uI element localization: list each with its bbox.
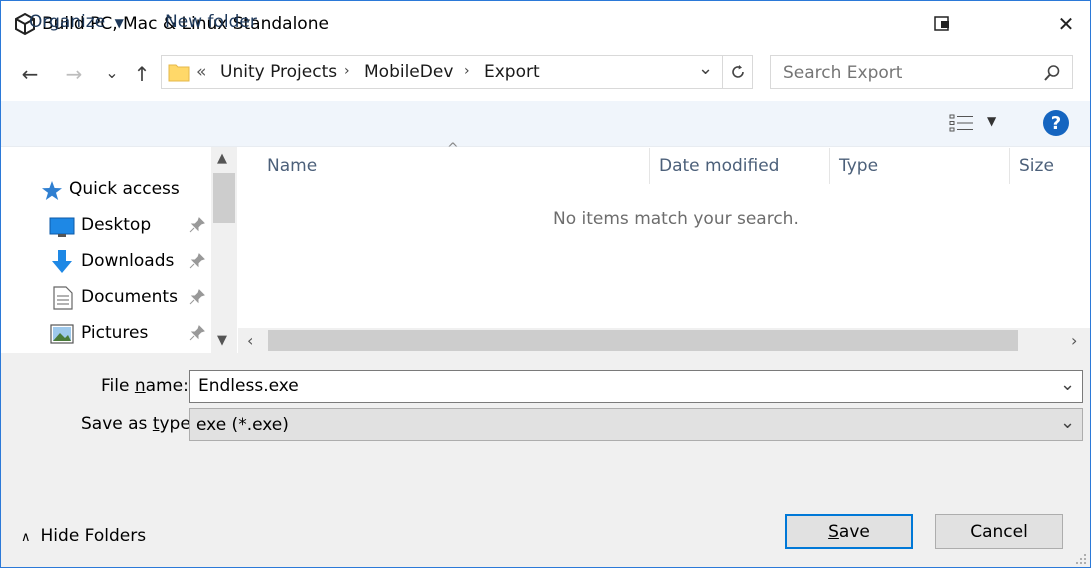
- command-bar: [1, 101, 1090, 147]
- column-divider[interactable]: [1009, 148, 1010, 184]
- close-button[interactable]: ✕: [1049, 9, 1083, 39]
- caret-down-icon: ▼: [987, 114, 997, 128]
- chevron-up-icon: ∧: [21, 530, 31, 545]
- back-arrow-icon: ←: [21, 62, 39, 86]
- breadcrumb-overflow[interactable]: «: [196, 62, 206, 82]
- breadcrumb-unity-projects[interactable]: Unity Projects: [220, 62, 337, 82]
- forward-button[interactable]: →: [59, 61, 89, 87]
- tablet-mode-button[interactable]: [926, 9, 960, 39]
- sort-indicator-icon: ^: [447, 141, 459, 157]
- documents-icon: [53, 286, 73, 310]
- file-name-combobox[interactable]: ⌄: [189, 370, 1083, 403]
- address-bar[interactable]: « Unity Projects › MobileDev › Export ⌄: [161, 55, 753, 89]
- file-name-input[interactable]: [198, 376, 1038, 396]
- scroll-left-icon[interactable]: ‹: [247, 331, 253, 350]
- label-part: File: [101, 376, 135, 396]
- file-list: [238, 147, 1090, 353]
- label-part: ame:: [145, 376, 189, 396]
- help-icon: ?: [1050, 112, 1062, 134]
- sidebar-item-label: Quick access: [69, 179, 180, 199]
- hide-folders-button[interactable]: ∧ Hide Folders: [21, 526, 146, 546]
- download-icon: [52, 250, 72, 273]
- breadcrumb-export[interactable]: Export: [484, 62, 540, 82]
- chevron-down-icon[interactable]: ⌄: [1060, 374, 1075, 395]
- snap-icon: [934, 16, 949, 31]
- star-icon: [42, 181, 62, 200]
- pin-icon[interactable]: [189, 253, 205, 269]
- save-dialog: Build PC, Mac & Linux Standalone ✕ ← → ⌄…: [0, 0, 1091, 568]
- sidebar-item-desktop[interactable]: Desktop: [1, 209, 211, 243]
- close-icon: ✕: [1057, 12, 1075, 36]
- save-accesskey: S: [828, 521, 839, 542]
- empty-list-message: No items match your search.: [553, 209, 799, 229]
- resize-grip-icon[interactable]: [1073, 551, 1087, 565]
- desktop-icon: [49, 217, 75, 237]
- file-name-label: File name:: [101, 376, 189, 396]
- pin-icon[interactable]: [189, 217, 205, 233]
- recent-locations-button[interactable]: ⌄: [97, 59, 127, 85]
- breadcrumb-separator-icon[interactable]: ›: [464, 63, 470, 79]
- sidebar-item-label: Downloads: [81, 251, 175, 271]
- chevron-down-icon: ⌄: [105, 62, 119, 82]
- sidebar-item-documents[interactable]: Documents: [1, 281, 211, 315]
- save-label: ave: [838, 521, 870, 542]
- label-accesskey: n: [134, 376, 146, 396]
- breadcrumb-mobiledev[interactable]: MobileDev: [364, 62, 453, 82]
- sidebar-item-label: Documents: [81, 287, 178, 307]
- back-button[interactable]: ←: [15, 61, 45, 87]
- sidebar-item-quick-access[interactable]: Quick access: [1, 173, 211, 207]
- column-header-name[interactable]: Name: [267, 156, 317, 176]
- sidebar-item-label: Pictures: [81, 323, 149, 343]
- organize-menu-button[interactable]: Organize ▼: [29, 12, 124, 32]
- save-as-type-value: exe (*.exe): [196, 415, 289, 435]
- cancel-button[interactable]: Cancel: [935, 514, 1063, 549]
- help-button[interactable]: ?: [1043, 110, 1069, 136]
- column-header-size[interactable]: Size: [1019, 156, 1054, 176]
- refresh-icon: [731, 65, 744, 78]
- scroll-up-icon[interactable]: ▲: [217, 151, 227, 166]
- organize-label: Organize: [29, 12, 106, 32]
- scroll-down-icon[interactable]: ▼: [217, 333, 227, 348]
- navigation-pane-scroll-thumb[interactable]: [213, 173, 235, 223]
- forward-arrow-icon: →: [65, 62, 83, 86]
- column-header-type[interactable]: Type: [839, 156, 878, 176]
- column-divider[interactable]: [829, 148, 830, 184]
- hide-folders-label: Hide Folders: [40, 526, 147, 546]
- column-header-date-modified[interactable]: Date modified: [659, 156, 779, 176]
- view-options-button[interactable]: ▼: [947, 111, 1007, 137]
- pin-icon[interactable]: [189, 289, 205, 305]
- details-view-icon: [949, 114, 973, 132]
- scroll-right-icon[interactable]: ›: [1071, 331, 1077, 350]
- up-button[interactable]: ↑: [127, 61, 157, 87]
- file-list-scroll-thumb[interactable]: [268, 330, 1018, 351]
- up-arrow-icon: ↑: [133, 62, 151, 86]
- sidebar-item-label: Desktop: [81, 215, 152, 235]
- breadcrumb-separator-icon[interactable]: ›: [344, 63, 350, 79]
- column-divider[interactable]: [649, 148, 650, 184]
- search-icon: [1044, 65, 1060, 81]
- new-folder-button[interactable]: New folder: [165, 12, 257, 32]
- sidebar-item-downloads[interactable]: Downloads: [1, 245, 211, 279]
- chevron-down-icon: ⌄: [1060, 412, 1076, 433]
- caret-down-icon: ▼: [114, 16, 124, 30]
- pictures-icon: [50, 324, 74, 344]
- refresh-button[interactable]: [722, 56, 752, 88]
- save-as-type-select[interactable]: exe (*.exe) ⌄: [189, 408, 1083, 441]
- search-box[interactable]: [770, 55, 1073, 89]
- save-as-type-label: Save as type:: [81, 414, 197, 434]
- search-input[interactable]: [783, 63, 1033, 83]
- sidebar-item-pictures[interactable]: Pictures: [1, 317, 211, 351]
- folder-icon: [168, 64, 190, 82]
- save-button[interactable]: Save: [785, 514, 913, 549]
- address-dropdown-icon[interactable]: ⌄: [698, 58, 713, 79]
- pin-icon[interactable]: [189, 325, 205, 341]
- label-part: Save as: [81, 414, 153, 434]
